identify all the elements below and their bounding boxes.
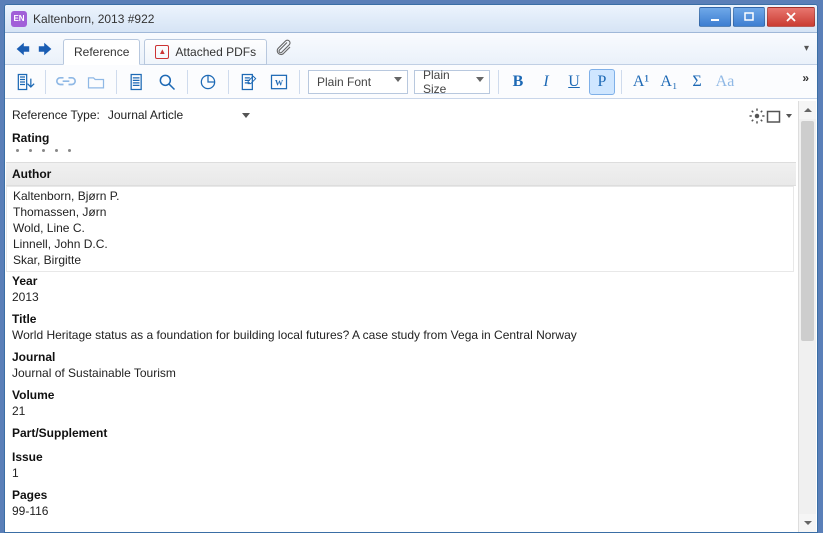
reference-type-label: Reference Type: [12, 108, 100, 122]
author-label: Author [12, 165, 796, 183]
tab-attached-pdfs-label: Attached PDFs [175, 45, 256, 59]
pdf-icon: ▲ [155, 45, 169, 59]
app-icon: EN [11, 11, 27, 27]
font-face-select[interactable]: Plain Font [308, 70, 408, 94]
symbol-button[interactable]: Σ [684, 69, 710, 95]
underline-button[interactable]: U [561, 69, 587, 95]
author-line: Kaltenborn, Bjørn P. [13, 189, 793, 205]
journal-label: Journal [12, 348, 796, 366]
tab-reference[interactable]: Reference [63, 39, 140, 65]
tab-reference-label: Reference [74, 45, 129, 59]
toolbar: W Plain Font Plain Size B I U P A¹ A₁ Σ … [5, 65, 817, 99]
year-label: Year [12, 272, 796, 290]
subscript-button[interactable]: A₁ [656, 69, 682, 95]
journal-field[interactable]: Journal of Sustainable Tourism [12, 366, 796, 382]
reference-type-value: Journal Article [108, 108, 183, 122]
attachment-icon[interactable] [275, 38, 293, 59]
volume-field[interactable]: 21 [12, 404, 796, 420]
font-size-select[interactable]: Plain Size [414, 70, 490, 94]
volume-label: Volume [12, 386, 796, 404]
author-field[interactable]: Kaltenborn, Bjørn P. Thomassen, Jørn Wol… [6, 186, 794, 272]
superscript-button[interactable]: A¹ [628, 69, 654, 95]
case-button[interactable]: Aa [712, 69, 738, 95]
chart-button[interactable] [194, 68, 222, 96]
tab-attached-pdfs[interactable]: ▲ Attached PDFs [144, 39, 267, 65]
font-face-value: Plain Font [317, 75, 371, 89]
scroll-down-button[interactable] [799, 514, 816, 532]
svg-text:W: W [275, 78, 284, 87]
author-line: Skar, Birgitte [13, 253, 793, 269]
toolbar-overflow[interactable]: » [802, 71, 809, 85]
rating-label: Rating [12, 129, 796, 147]
minimize-button[interactable] [699, 7, 731, 27]
plain-button[interactable]: P [589, 69, 615, 95]
vertical-scrollbar[interactable] [798, 101, 816, 532]
maximize-button[interactable] [733, 7, 765, 27]
titlebar: EN Kaltenborn, 2013 #922 [5, 5, 817, 33]
author-line: Linnell, John D.C. [13, 237, 793, 253]
italic-button[interactable]: I [533, 69, 559, 95]
export-button[interactable] [11, 68, 39, 96]
document-button[interactable] [123, 68, 151, 96]
word-button[interactable]: W [265, 68, 293, 96]
author-line: Wold, Line C. [13, 221, 793, 237]
reference-type-select[interactable]: Journal Article [104, 107, 253, 123]
reference-form: Reference Type: Journal Article Rating [6, 101, 796, 532]
search-button[interactable] [153, 68, 181, 96]
rating-control[interactable] [12, 147, 796, 158]
scroll-up-button[interactable] [799, 101, 816, 119]
part-label: Part/Supplement [12, 424, 796, 442]
window-title: Kaltenborn, 2013 #922 [33, 12, 154, 26]
issue-label: Issue [12, 448, 796, 466]
year-field[interactable]: 2013 [12, 290, 796, 306]
folder-button[interactable] [82, 68, 110, 96]
author-line: Thomassen, Jørn [13, 205, 793, 221]
link-button[interactable] [52, 68, 80, 96]
nav-back-button[interactable] [11, 38, 33, 60]
tabbar-overflow[interactable]: ▾ [804, 43, 809, 54]
close-button[interactable] [767, 7, 815, 27]
font-size-value: Plain Size [423, 68, 469, 96]
pages-field[interactable]: 99-116 [12, 504, 796, 520]
pages-label: Pages [12, 486, 796, 504]
part-field[interactable] [12, 442, 796, 444]
tab-bar: Reference ▲ Attached PDFs ▾ [5, 33, 817, 65]
field-settings-button[interactable] [748, 107, 792, 125]
nav-forward-button[interactable] [35, 38, 57, 60]
bold-button[interactable]: B [505, 69, 531, 95]
scroll-thumb[interactable] [801, 121, 814, 341]
title-label: Title [12, 310, 796, 328]
issue-field[interactable]: 1 [12, 466, 796, 482]
title-field[interactable]: World Heritage status as a foundation fo… [12, 328, 796, 344]
notes-button[interactable] [235, 68, 263, 96]
